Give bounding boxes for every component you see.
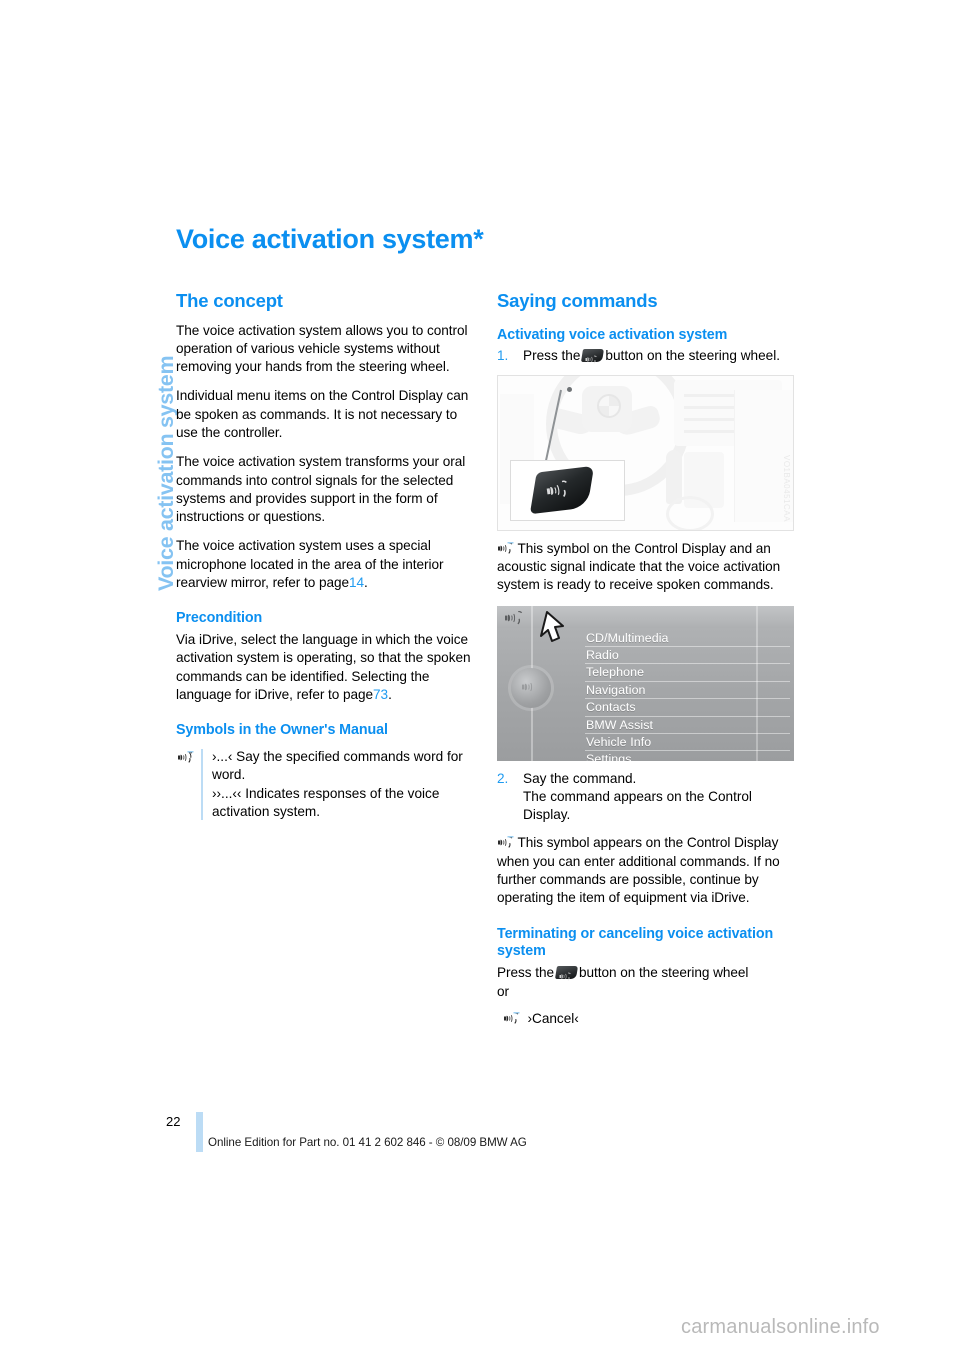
menu-item-settings[interactable]: Settings xyxy=(585,751,790,760)
additional-commands-note: This symbol appears on the Control Displ… xyxy=(497,834,797,907)
menu-item-navigation[interactable]: Navigation xyxy=(585,682,790,700)
steering-wheel-voice-button-icon xyxy=(554,966,579,981)
control-display-menu-list: CD/Multimedia Radio Telephone Navigation… xyxy=(585,630,790,761)
symbols-legend-line-1: ›...‹ Say the specified commands word fo… xyxy=(212,749,463,783)
section-heading-saying-commands: Saying commands xyxy=(497,290,658,311)
steering-wheel-figure: VO1BA0451CAA xyxy=(497,374,794,531)
idrive-controller-shape xyxy=(666,495,714,530)
step-2-line-1: Say the command. xyxy=(523,770,637,786)
precondition-paragraph: Via iDrive, select the language in which… xyxy=(176,631,476,704)
page-reference-73[interactable]: 73 xyxy=(373,687,388,702)
callout-anchor-dot xyxy=(567,386,572,392)
legend-rule xyxy=(201,749,203,821)
running-head: Voice activation system xyxy=(124,231,178,591)
edition-notice: Online Edition for Part no. 01 41 2 602 … xyxy=(208,1136,527,1149)
arrow-cursor-icon xyxy=(525,609,567,649)
precondition-text-after: . xyxy=(388,686,392,702)
voice-activation-icon xyxy=(497,835,514,850)
step-1-text-before: Press the xyxy=(523,348,581,364)
concept-paragraph-microphone: The voice activation system uses a speci… xyxy=(176,537,476,592)
precondition-text-before: Via iDrive, select the language in which… xyxy=(176,632,471,702)
control-display-screen: CD/Multimedia Radio Telephone Navigation… xyxy=(497,605,794,761)
section-heading-terminating: Terminating or canceling voice activatio… xyxy=(497,925,774,960)
manual-page: Voice activation system Voice activation… xyxy=(0,0,960,1358)
section-heading-symbols: Symbols in the Owner's Manual xyxy=(176,722,388,739)
additional-commands-text: This symbol appears on the Control Displ… xyxy=(497,835,780,906)
step-2-number: 2. xyxy=(497,770,509,786)
gear-selector-shape xyxy=(666,449,682,504)
symbol-note-text: This symbol on the Control Display and a… xyxy=(497,540,781,593)
menu-item-cd-multimedia[interactable]: CD/Multimedia xyxy=(585,630,790,647)
voice-activation-icon xyxy=(497,541,514,556)
step-2-line-2: The command appears on the Control Displ… xyxy=(523,788,752,823)
figure-watermark: VO1BA0451CAA xyxy=(782,454,791,522)
step-1-number: 1. xyxy=(497,348,509,364)
left-column: The concept The voice activation system … xyxy=(176,290,476,821)
terminating-or: or xyxy=(497,983,509,999)
control-display-main-menu-figure: CD/Multimedia Radio Telephone Navigation… xyxy=(497,605,794,761)
voice-activation-icon xyxy=(502,609,526,627)
concept-paragraph-2: Individual menu items on the Control Dis… xyxy=(176,388,469,440)
page-title: Voice activation system* xyxy=(176,224,484,255)
section-heading-the-concept: The concept xyxy=(176,290,283,311)
footer-rule xyxy=(196,1112,203,1152)
menu-item-contacts[interactable]: Contacts xyxy=(585,699,790,717)
right-column: Saying commands Activating voice activat… xyxy=(497,290,797,1039)
microphone-text-after: . xyxy=(364,574,368,590)
voice-activation-icon xyxy=(520,678,542,696)
terminating-text-before: Press the xyxy=(497,965,554,981)
section-heading-activating: Activating voice activation system xyxy=(497,326,728,343)
voice-button-callout xyxy=(510,459,625,521)
page-title-text: Voice activation system xyxy=(176,224,474,254)
bmw-roundel-icon xyxy=(597,393,621,418)
page-number: 22 xyxy=(166,1114,181,1129)
steering-wheel-voice-button-icon xyxy=(581,349,605,365)
microphone-text-before: The voice activation system uses a speci… xyxy=(176,538,444,590)
page-reference-14[interactable]: 14 xyxy=(349,575,364,590)
voice-activation-icon xyxy=(503,1011,520,1026)
cancel-command-line: ›Cancel‹ xyxy=(497,1010,797,1028)
terminating-press-line: Press the button on the steering wheel xyxy=(497,964,797,982)
terminating-text-after: button on the steering wheel xyxy=(578,965,749,981)
symbols-legend-line-2: ››...‹‹ Indicates responses of the voice… xyxy=(212,785,440,819)
page-title-marker: * xyxy=(473,224,484,254)
concept-paragraph-3: The voice activation system transforms y… xyxy=(176,454,466,525)
voice-button-glyph-icon xyxy=(544,477,573,502)
voice-activation-icon xyxy=(177,750,194,765)
cancel-command-text: ›Cancel‹ xyxy=(527,1010,579,1026)
menu-item-bmw-assist[interactable]: BMW Assist xyxy=(585,717,790,734)
menu-item-vehicle-info[interactable]: Vehicle Info xyxy=(585,734,790,752)
step-1-text-after: button on the steering wheel. xyxy=(605,348,780,364)
voice-status-orb xyxy=(511,667,551,708)
symbol-note-paragraph: This symbol on the Control Display and a… xyxy=(497,540,797,595)
step-1: 1. Press the button on the steering wheel… xyxy=(497,347,797,365)
concept-paragraph-1: The voice activation system allows you t… xyxy=(176,322,468,375)
menu-item-telephone[interactable]: Telephone xyxy=(585,664,790,682)
step-2: 2. Say the command. The command appears on… xyxy=(497,770,797,825)
symbols-legend-block: ›...‹ Say the specified commands word fo… xyxy=(176,748,476,821)
menu-item-radio[interactable]: Radio xyxy=(585,647,790,665)
section-heading-precondition: Precondition xyxy=(176,610,263,627)
site-watermark: carmanualsonline.info xyxy=(681,1316,880,1338)
